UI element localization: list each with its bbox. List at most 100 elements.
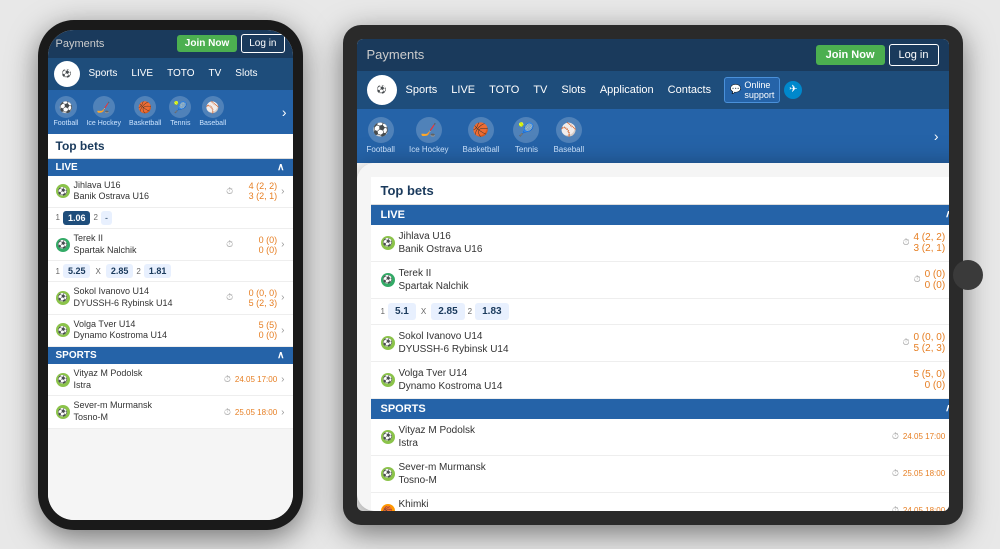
match3-clock: ⏱	[226, 292, 233, 303]
tablet-nav-slots[interactable]: Slots	[556, 81, 590, 99]
phone-nav-sports[interactable]: Sports	[84, 65, 123, 82]
tablet-sports-match-1: ⚽ Vityaz M Podolsk Istra ⏱ 24.05 17:00 ›	[371, 419, 949, 456]
telegram-icon[interactable]: ✈	[784, 81, 802, 99]
phone-join-button[interactable]: Join Now	[177, 35, 237, 52]
sm2-date: 25.05 18:00	[235, 408, 277, 417]
tablet-top-buttons: Join Now Log in	[816, 44, 939, 66]
t-tennis-label: Tennis	[515, 145, 538, 154]
match4-arrow[interactable]: ›	[281, 325, 284, 336]
tablet-live-section: LIVE ∧	[371, 205, 949, 225]
phone-nav-tv[interactable]: TV	[204, 65, 227, 82]
match2-info: Terek II Spartak Nalchik	[74, 233, 223, 256]
tm1-clock: ⏱	[902, 237, 909, 248]
tablet-sport-baseball[interactable]: ⚾ Baseball	[553, 117, 584, 154]
match1-info: Jihlava U16 Banik Ostrava U16	[74, 180, 223, 203]
tablet-online-support[interactable]: 💬 Onlinesupport ✈	[724, 77, 802, 103]
match3-sport-icon: ⚽	[56, 291, 70, 305]
tsm3-icon: 🏀	[381, 504, 395, 511]
tablet-sport-icehockey[interactable]: 🏒 Ice Hockey	[409, 117, 449, 154]
match1-team2: Banik Ostrava U16	[74, 191, 223, 203]
phone-nav-toto[interactable]: TOTO	[162, 65, 199, 82]
tablet-login-button[interactable]: Log in	[889, 44, 939, 66]
match1-sport-icon: ⚽	[56, 184, 70, 198]
odd1-1[interactable]: 1.06	[63, 211, 91, 225]
tablet-nav-sports[interactable]: Sports	[401, 81, 443, 99]
tsm2-icon: ⚽	[381, 467, 395, 481]
sm1-team2: Istra	[74, 380, 220, 392]
match2-clock: ⏱	[226, 239, 233, 250]
phone-match-3: ⚽ Sokol Ivanovo U14 DYUSSH-6 Rybinsk U14…	[48, 282, 293, 314]
tablet-nav-live[interactable]: LIVE	[446, 81, 480, 99]
phone-sports-arrow[interactable]: ›	[282, 104, 287, 120]
tablet-sports-arrow[interactable]: ›	[934, 128, 939, 144]
match3-score: 0 (0, 0) 5 (2, 3)	[237, 288, 277, 308]
sm1-date: 24.05 17:00	[235, 375, 277, 384]
match3-team2: DYUSSH-6 Rybinsk U14	[74, 298, 223, 310]
tablet-home-button[interactable]	[953, 260, 983, 290]
phone-sport-basketball[interactable]: 🏀 Basketball	[129, 96, 161, 127]
tablet-join-button[interactable]: Join Now	[816, 45, 885, 65]
tablet-odds-2: 1 5.1 X 2.85 2 1.83	[371, 299, 949, 325]
phone-sport-football[interactable]: ⚽ Football	[54, 96, 79, 127]
phone-device: Payments Join Now Log in ⚽ Sports LIVE T…	[38, 20, 303, 530]
todd2-2[interactable]: 1.83	[475, 303, 508, 320]
tablet-live-match-4: ⚽ Volga Tver U14 Dynamo Kostroma U14 5 (…	[371, 362, 949, 399]
match3-arrow[interactable]: ›	[281, 292, 284, 303]
tablet-live-match-2: ⚽ Terek II Spartak Nalchik ⏱ 0 (0) 0 (0)…	[371, 262, 949, 299]
tsm1-info: Vityaz M Podolsk Istra	[399, 424, 888, 450]
phone-sports-match-1: ⚽ Vityaz M Podolsk Istra ⏱ 24.05 17:00 ›	[48, 364, 293, 396]
t-basketball-label: Basketball	[463, 145, 500, 154]
phone-sports-icons-bar: ⚽ Football 🏒 Ice Hockey 🏀 Basketball 🎾 T…	[48, 90, 293, 134]
odd1-2[interactable]: -	[101, 211, 112, 225]
tennis-icon: 🎾	[169, 96, 191, 118]
tablet-content: Top bets LIVE ∧ ⚽ Jihlava U16 Banik Ostr…	[357, 163, 949, 511]
tsm1-clock: ⏱	[892, 431, 899, 442]
match2-arrow[interactable]: ›	[281, 239, 284, 250]
tablet-sport-tennis[interactable]: 🎾 Tennis	[513, 117, 539, 154]
tablet-nav-bar: ⚽ Sports LIVE TOTO TV Slots Application …	[357, 71, 949, 109]
tsm2-date: 25.05 18:00	[903, 469, 945, 478]
tablet-live-match-1: ⚽ Jihlava U16 Banik Ostrava U16 ⏱ 4 (2, …	[371, 225, 949, 262]
todd2-1[interactable]: 5.1	[388, 303, 416, 320]
tablet-sports-section: SPORTS ∧	[371, 399, 949, 419]
t-football-icon: ⚽	[368, 117, 394, 143]
phone-nav-slots[interactable]: Slots	[230, 65, 262, 82]
match1-arrow[interactable]: ›	[281, 186, 284, 197]
match4-sport-icon: ⚽	[56, 323, 70, 337]
phone-top-bets-header: Top bets	[48, 134, 293, 159]
football-icon: ⚽	[55, 96, 77, 118]
phone-match-4: ⚽ Volga Tver U14 Dynamo Kostroma U14 5 (…	[48, 315, 293, 347]
match2-sport-icon: ⚽	[56, 238, 70, 252]
odd2-1[interactable]: 5.25	[63, 264, 91, 278]
t-baseball-label: Baseball	[553, 145, 584, 154]
phone-nav-live[interactable]: LIVE	[126, 65, 158, 82]
phone-sport-baseball[interactable]: ⚾ Baseball	[199, 96, 226, 127]
tsm3-team1: Khimki	[399, 498, 888, 511]
odd2-x[interactable]: 2.85	[106, 264, 134, 278]
phone-match-1: ⚽ Jihlava U16 Banik Ostrava U16 ⏱ 4 (2, …	[48, 176, 293, 208]
odd2-2[interactable]: 1.81	[144, 264, 172, 278]
phone-screen: Payments Join Now Log in ⚽ Sports LIVE T…	[48, 30, 293, 520]
sm1-arrow[interactable]: ›	[281, 374, 284, 385]
tablet-nav-tv[interactable]: TV	[528, 81, 552, 99]
tablet-sport-basketball[interactable]: 🏀 Basketball	[463, 117, 500, 154]
tablet-live-match-3: ⚽ Sokol Ivanovo U14 DYUSSH-6 Rybinsk U14…	[371, 325, 949, 362]
match1-team1: Jihlava U16	[74, 180, 223, 192]
match4-score: 5 (5) 0 (0)	[237, 320, 277, 340]
phone-top-buttons: Join Now Log in	[177, 34, 285, 53]
tm1-info: Jihlava U16 Banik Ostrava U16	[399, 230, 899, 256]
t-basketball-icon: 🏀	[468, 117, 494, 143]
phone-login-button[interactable]: Log in	[241, 34, 284, 53]
tablet-nav-application[interactable]: Application	[595, 81, 659, 99]
tablet-top-bets-header: Top bets	[371, 177, 949, 205]
phone-sport-icehockey[interactable]: 🏒 Ice Hockey	[86, 96, 121, 127]
sm2-arrow[interactable]: ›	[281, 407, 284, 418]
tablet-nav-toto[interactable]: TOTO	[484, 81, 524, 99]
todd2-x[interactable]: 2.85	[431, 303, 464, 320]
tablet-nav-contacts[interactable]: Contacts	[663, 81, 716, 99]
tablet-sport-football[interactable]: ⚽ Football	[367, 117, 395, 154]
phone-sport-tennis[interactable]: 🎾 Tennis	[169, 96, 191, 127]
tablet-nav-logo: ⚽	[367, 75, 397, 105]
phone-top-bar: Payments Join Now Log in	[48, 30, 293, 58]
match1-score: 4 (2, 2) 3 (2, 1)	[237, 181, 277, 201]
